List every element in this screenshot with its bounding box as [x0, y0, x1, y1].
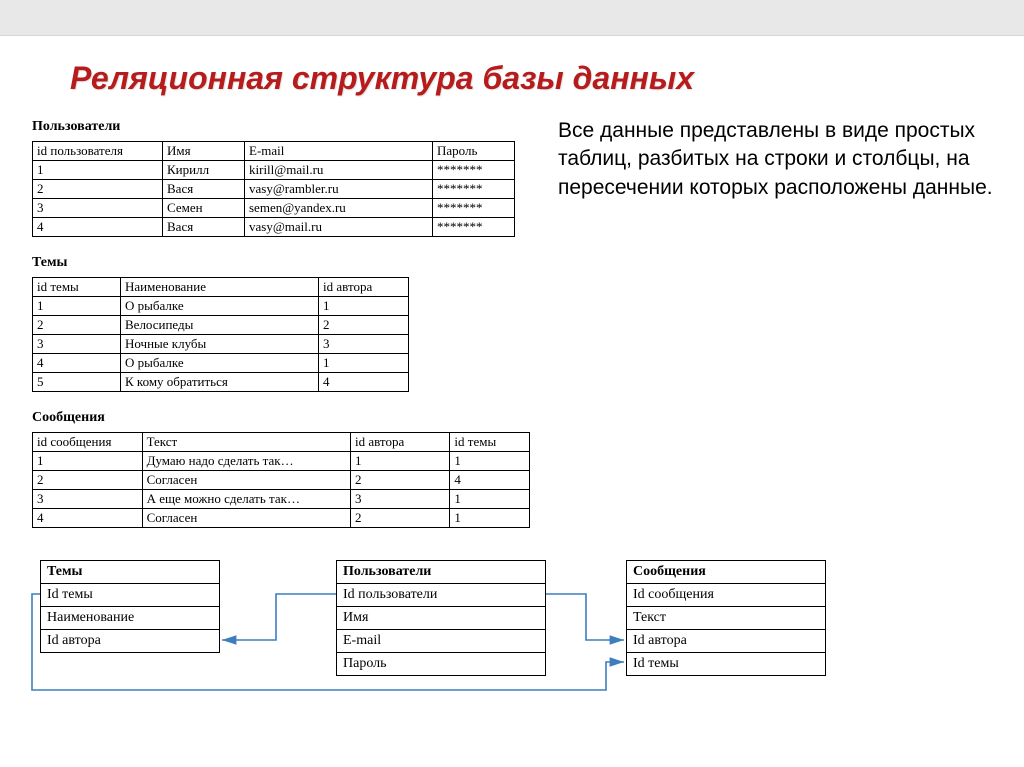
- entity-field: Id сообщения: [627, 584, 826, 607]
- col-header: id сообщения: [33, 433, 143, 452]
- table-row: id сообщения Текст id автора id темы: [33, 433, 530, 452]
- schema-messages: Сообщения Id сообщения Текст Id автора I…: [626, 560, 826, 676]
- table-row: id пользователя Имя E-mail Пароль: [33, 142, 515, 161]
- schema-users: Пользователи Id пользователи Имя E-mail …: [336, 560, 546, 676]
- col-header: E-mail: [245, 142, 433, 161]
- col-header: id автора: [350, 433, 449, 452]
- entity-field: E-mail: [337, 630, 546, 653]
- table-row: 4Согласен21: [33, 509, 530, 528]
- entity-title: Темы: [41, 561, 220, 584]
- col-header: Пароль: [433, 142, 515, 161]
- table-row: 2Согласен24: [33, 471, 530, 490]
- col-header: id темы: [450, 433, 530, 452]
- table-row: 4Васяvasy@mail.ru*******: [33, 218, 515, 237]
- entity-field: Пароль: [337, 653, 546, 676]
- table-row: 2Васяvasy@rambler.ru*******: [33, 180, 515, 199]
- table-row: id темы Наименование id автора: [33, 278, 409, 297]
- table-row: 1Думаю надо сделать так…11: [33, 452, 530, 471]
- entity-field: Id пользователи: [337, 584, 546, 607]
- top-band: [0, 0, 1024, 36]
- table-row: 3Ночные клубы3: [33, 335, 409, 354]
- col-header: id автора: [319, 278, 409, 297]
- entity-title: Пользователи: [337, 561, 546, 584]
- col-header: id темы: [33, 278, 121, 297]
- entity-field: Id темы: [41, 584, 220, 607]
- table-row: 1О рыбалке1: [33, 297, 409, 316]
- schema-topics: Темы Id темы Наименование Id автора: [40, 560, 220, 653]
- topics-table: id темы Наименование id автора 1О рыбалк…: [32, 277, 409, 392]
- description-column: Все данные представлены в виде простых т…: [558, 113, 1004, 202]
- entity-field: Текст: [627, 607, 826, 630]
- tables-column: Пользователи id пользователя Имя E-mail …: [20, 113, 530, 546]
- entity-title: Сообщения: [627, 561, 826, 584]
- col-header: Имя: [163, 142, 245, 161]
- users-table: id пользователя Имя E-mail Пароль 1Кирил…: [32, 141, 515, 237]
- col-header: id пользователя: [33, 142, 163, 161]
- slide-body: Реляционная структура базы данных Пользо…: [0, 36, 1024, 720]
- col-header: Текст: [142, 433, 350, 452]
- description-text: Все данные представлены в виде простых т…: [558, 117, 1004, 202]
- entity-field: Id автора: [627, 630, 826, 653]
- messages-caption: Сообщения: [32, 410, 530, 426]
- table-row: 3Семенsemen@yandex.ru*******: [33, 199, 515, 218]
- topics-caption: Темы: [32, 255, 530, 271]
- table-row: 4О рыбалке1: [33, 354, 409, 373]
- schema-diagram: Темы Id темы Наименование Id автора Поль…: [26, 550, 1006, 700]
- entity-field: Id автора: [41, 630, 220, 653]
- table-row: 5К кому обратиться4: [33, 373, 409, 392]
- col-header: Наименование: [121, 278, 319, 297]
- users-caption: Пользователи: [32, 119, 530, 135]
- table-row: 3А еще можно сделать так…31: [33, 490, 530, 509]
- entity-field: Наименование: [41, 607, 220, 630]
- entity-field: Имя: [337, 607, 546, 630]
- table-row: 2Велосипеды2: [33, 316, 409, 335]
- table-row: 1Кириллkirill@mail.ru*******: [33, 161, 515, 180]
- messages-table: id сообщения Текст id автора id темы 1Ду…: [32, 432, 530, 528]
- entity-field: Id темы: [627, 653, 826, 676]
- page-title: Реляционная структура базы данных: [70, 60, 1004, 97]
